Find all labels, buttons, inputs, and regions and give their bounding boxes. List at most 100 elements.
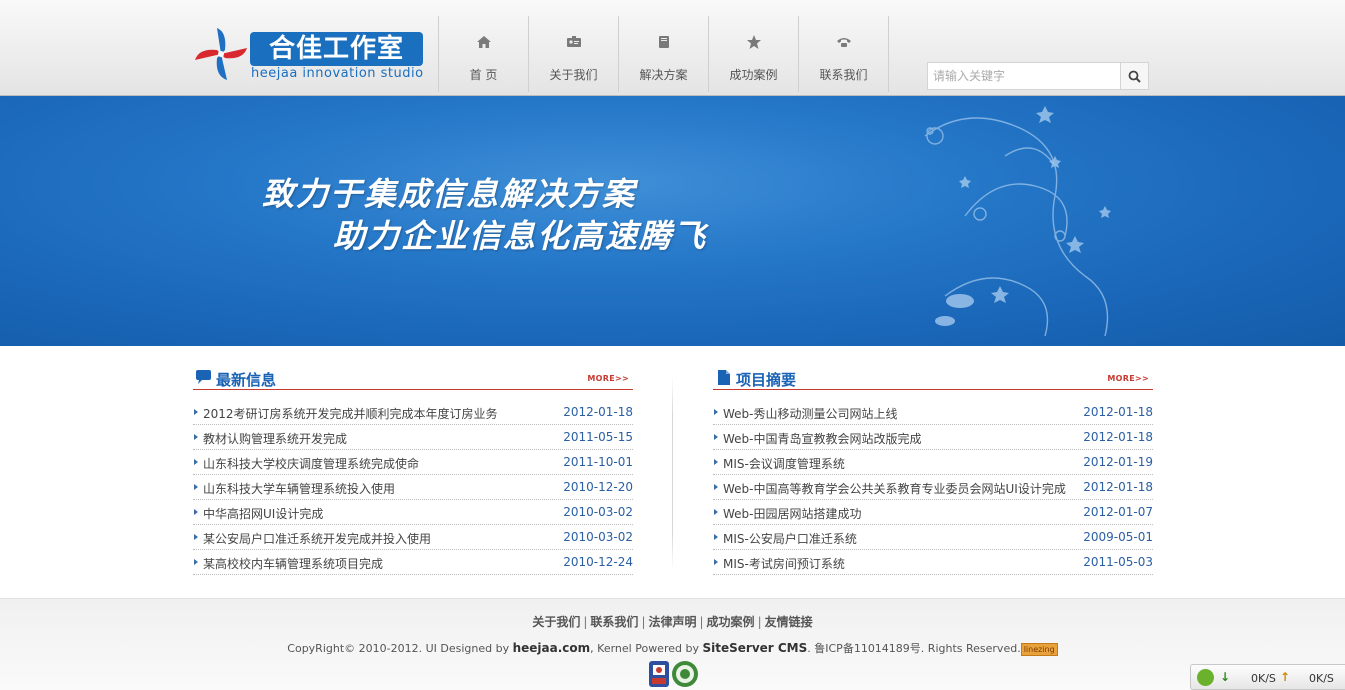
footer-link-contact[interactable]: 联系我们	[590, 615, 638, 629]
news-item-date: 2011-10-01	[563, 455, 633, 469]
project-item-title: Web-田园居网站搭建成功	[723, 507, 862, 521]
chat-bubble-icon	[196, 370, 211, 384]
floral-decoration-image	[924, 106, 1111, 337]
footer-link-friends[interactable]: 友情链接	[765, 615, 813, 629]
footer-link-cases[interactable]: 成功案例	[707, 615, 755, 629]
project-item-date: 2012-01-18	[1083, 405, 1153, 419]
logo-english-name: heejaa innovation studio	[251, 66, 424, 81]
bullet-icon	[194, 459, 198, 465]
download-speed: 0K/S	[1251, 672, 1276, 685]
project-item-title: Web-中国高等教育学会公共关系教育专业委员会网站UI设计完成	[723, 482, 1066, 496]
search-input[interactable]	[928, 63, 1121, 89]
footer-separator: |	[757, 615, 762, 629]
news-item[interactable]: 某公安局户口准迁系统开发完成并投入使用 2010-03-02	[193, 525, 633, 550]
footer: 关于我们 | 联系我们 | 法律声明 | 成功案例 | 友情链接 CopyRight© 2010…	[0, 598, 1345, 690]
news-item-date: 2010-03-02	[563, 505, 633, 519]
news-item[interactable]: 教材认购管理系统开发完成 2011-05-15	[193, 425, 633, 450]
bullet-icon	[714, 484, 718, 490]
project-item[interactable]: Web-中国青岛宣教教会网站改版完成 2012-01-18	[713, 425, 1153, 450]
bullet-icon	[714, 459, 718, 465]
network-speed-widget[interactable]: ↓ 0K/S ↑ 0K/S	[1190, 664, 1345, 690]
main-nav: 首 页 关于我们 解决方案 成功案例 联系我们	[438, 16, 889, 92]
home-icon	[439, 34, 528, 54]
news-item[interactable]: 某高校校内车辆管理系统项目完成 2010-12-24	[193, 550, 633, 575]
project-item[interactable]: Web-秀山移动测量公司网站上线 2012-01-18	[713, 400, 1153, 425]
bullet-icon	[194, 509, 198, 515]
icp-text: . 鲁ICP备11014189号. Rights Reserved.	[807, 642, 1021, 655]
news-panel: 最新信息 MORE>> 2012考研订房系统开发完成并顺利完成本年度订房业务 20…	[193, 365, 633, 575]
nav-item-about[interactable]: 关于我们	[529, 16, 619, 92]
projects-panel: 项目摘要 MORE>> Web-秀山移动测量公司网站上线 2012-01-18 W…	[713, 365, 1153, 575]
news-more-link[interactable]: MORE>>	[587, 374, 629, 383]
nav-item-solutions[interactable]: 解决方案	[619, 16, 709, 92]
banner-slogan-line2: 助力企业信息化高速腾飞	[333, 217, 708, 255]
project-item-date: 2012-01-07	[1083, 505, 1153, 519]
news-item-title: 山东科技大学校庆调度管理系统完成使命	[203, 457, 420, 471]
project-item[interactable]: Web-中国高等教育学会公共关系教育专业委员会网站UI设计完成 2012-01-1…	[713, 475, 1153, 500]
speed-widget-icon	[1197, 669, 1214, 686]
project-item-date: 2009-05-01	[1083, 530, 1153, 544]
project-item-date: 2012-01-19	[1083, 455, 1153, 469]
nav-label: 关于我们	[549, 68, 598, 82]
book-icon	[619, 34, 708, 54]
designer-link[interactable]: heejaa.com	[513, 641, 591, 655]
news-item[interactable]: 2012考研订房系统开发完成并顺利完成本年度订房业务 2012-01-18	[193, 400, 633, 425]
bullet-icon	[194, 409, 198, 415]
footer-separator: |	[583, 615, 588, 629]
project-item-title: MIS-考试房间预订系统	[723, 557, 845, 571]
footer-link-legal[interactable]: 法律声明	[648, 615, 696, 629]
projects-more-link[interactable]: MORE>>	[1107, 374, 1149, 383]
news-list: 2012考研订房系统开发完成并顺利完成本年度订房业务 2012-01-18 教材认…	[193, 400, 633, 575]
news-item[interactable]: 山东科技大学车辆管理系统投入使用 2010-12-20	[193, 475, 633, 500]
logo-chinese-name[interactable]: 合佳工作室	[250, 32, 423, 66]
news-item-title: 某高校校内车辆管理系统项目完成	[203, 557, 384, 571]
news-panel-header: 最新信息 MORE>>	[193, 365, 633, 390]
hero-banner: 致力于集成信息解决方案 助力企业信息化高速腾飞	[0, 96, 1345, 346]
cms-link[interactable]: SiteServer CMS	[702, 641, 807, 655]
bullet-icon	[714, 534, 718, 540]
star-icon	[709, 34, 798, 54]
bullet-icon	[714, 509, 718, 515]
copyright-prefix: CopyRight© 2010-2012. UI Designed by	[287, 642, 513, 655]
news-item[interactable]: 山东科技大学校庆调度管理系统完成使命 2011-10-01	[193, 450, 633, 475]
nav-item-cases[interactable]: 成功案例	[709, 16, 799, 92]
project-item[interactable]: Web-田园居网站搭建成功 2012-01-07	[713, 500, 1153, 525]
project-item[interactable]: MIS-考试房间预订系统 2011-05-03	[713, 550, 1153, 575]
news-item-title: 某公安局户口准迁系统开发完成并投入使用	[203, 532, 432, 546]
footer-link-about[interactable]: 关于我们	[532, 615, 580, 629]
project-item-date: 2011-05-03	[1083, 555, 1153, 569]
news-item-date: 2010-12-20	[563, 480, 633, 494]
nav-label: 解决方案	[639, 68, 688, 82]
nav-label: 成功案例	[729, 68, 778, 82]
bullet-icon	[714, 409, 718, 415]
search-icon	[1128, 70, 1141, 83]
project-item-title: MIS-公安局户口准迁系统	[723, 532, 857, 546]
page: 合佳工作室 heejaa innovation studio 首 页 关于我们 …	[0, 0, 1345, 690]
stats-badge[interactable]: linezing	[1020, 642, 1058, 656]
document-icon	[718, 370, 730, 385]
pinwheel-logo-icon[interactable]	[193, 28, 249, 80]
nav-label: 首 页	[469, 68, 498, 82]
search-button[interactable]	[1121, 63, 1148, 89]
project-item[interactable]: MIS-会议调度管理系统 2012-01-19	[713, 450, 1153, 475]
nav-item-home[interactable]: 首 页	[439, 16, 529, 92]
upload-arrow-icon: ↑	[1280, 670, 1291, 684]
header: 合佳工作室 heejaa innovation studio 首 页 关于我们 …	[0, 0, 1345, 96]
footer-links: 关于我们 | 联系我们 | 法律声明 | 成功案例 | 友情链接	[0, 613, 1345, 630]
news-item-title: 2012考研订房系统开发完成并顺利完成本年度订房业务	[203, 407, 498, 421]
copyright: CopyRight© 2010-2012. UI Designed by hee…	[0, 640, 1345, 656]
news-item-title: 中华高招网UI设计完成	[203, 507, 324, 521]
column-divider	[672, 376, 673, 571]
banner-slogan-line1: 致力于集成信息解决方案	[262, 175, 637, 213]
project-item-title: MIS-会议调度管理系统	[723, 457, 845, 471]
phone-icon	[799, 34, 888, 54]
nav-item-contact[interactable]: 联系我们	[799, 16, 889, 92]
bullet-icon	[194, 484, 198, 490]
news-item[interactable]: 中华高招网UI设计完成 2010-03-02	[193, 500, 633, 525]
certification-seals-icon[interactable]	[647, 659, 702, 689]
projects-panel-header: 项目摘要 MORE>>	[713, 365, 1153, 390]
project-item[interactable]: MIS-公安局户口准迁系统 2009-05-01	[713, 525, 1153, 550]
news-item-date: 2012-01-18	[563, 405, 633, 419]
bullet-icon	[714, 434, 718, 440]
projects-list: Web-秀山移动测量公司网站上线 2012-01-18 Web-中国青岛宣教教会网…	[713, 400, 1153, 575]
